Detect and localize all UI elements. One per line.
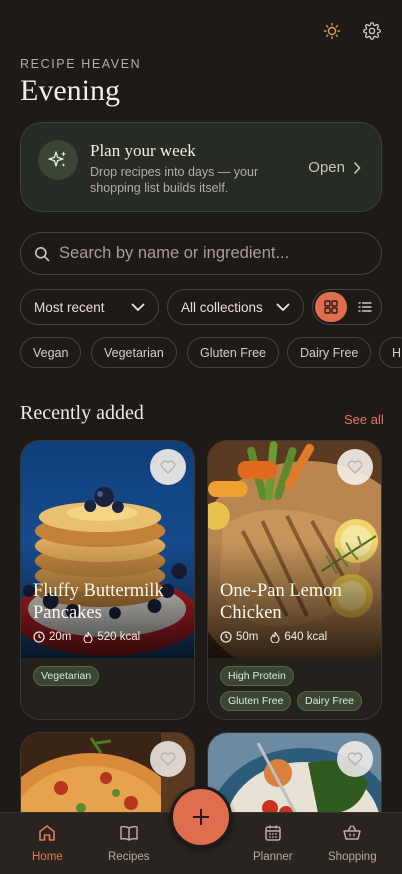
recipe-card[interactable]: Fluffy Buttermilk Pancakes 20m 520 kcal … bbox=[20, 440, 195, 720]
sparkles-icon bbox=[38, 140, 78, 180]
heart-icon bbox=[160, 460, 176, 474]
chip-more[interactable]: H bbox=[379, 337, 402, 368]
add-recipe-button[interactable] bbox=[170, 786, 232, 848]
chip-vegan[interactable]: Vegan bbox=[20, 337, 82, 368]
view-toggle bbox=[312, 289, 382, 325]
plus-icon bbox=[193, 809, 209, 825]
recipe-calories: 640 kcal bbox=[284, 631, 328, 643]
plan-open-label: Open bbox=[308, 159, 345, 176]
page-title: Evening bbox=[20, 74, 120, 107]
nav-home[interactable]: Home bbox=[32, 823, 63, 863]
flame-icon bbox=[270, 631, 280, 643]
recipe-meta: 50m 640 kcal bbox=[220, 631, 327, 643]
nav-shopping[interactable]: Shopping bbox=[328, 823, 377, 863]
nav-home-label: Home bbox=[32, 851, 63, 863]
recipe-time: 50m bbox=[236, 631, 259, 643]
book-icon bbox=[120, 825, 138, 841]
recipe-calories: 520 kcal bbox=[97, 631, 141, 643]
nav-planner[interactable]: Planner bbox=[253, 823, 293, 863]
favorite-button[interactable] bbox=[150, 741, 186, 777]
home-icon bbox=[39, 825, 56, 841]
calendar-icon bbox=[265, 825, 281, 841]
heart-icon bbox=[347, 752, 363, 766]
recipe-meta: 20m 520 kcal bbox=[33, 631, 140, 643]
favorite-button[interactable] bbox=[337, 449, 373, 485]
basket-icon bbox=[343, 825, 362, 840]
nav-recipes-label: Recipes bbox=[108, 851, 150, 863]
chip-dairy-free[interactable]: Dairy Free bbox=[287, 337, 372, 368]
nav-shopping-label: Shopping bbox=[328, 851, 377, 863]
collection-select-value: All collections bbox=[181, 299, 263, 315]
heart-icon bbox=[160, 752, 176, 766]
sun-icon[interactable] bbox=[321, 20, 343, 42]
sort-select[interactable]: Most recent bbox=[20, 289, 159, 325]
section-title: Recently added bbox=[20, 402, 144, 424]
chevron-down-icon bbox=[276, 303, 290, 311]
tag-gluten-free: Gluten Free bbox=[220, 691, 292, 711]
recipe-title: One-Pan Lemon Chicken bbox=[220, 581, 342, 623]
list-view-button[interactable] bbox=[350, 292, 380, 322]
search-icon bbox=[35, 246, 50, 261]
chevron-down-icon bbox=[131, 303, 145, 311]
plan-title: Plan your week bbox=[90, 141, 196, 160]
see-all-link[interactable]: See all bbox=[344, 412, 384, 427]
favorite-button[interactable] bbox=[150, 449, 186, 485]
chip-vegetarian[interactable]: Vegetarian bbox=[91, 337, 177, 368]
chevron-right-icon bbox=[354, 161, 361, 174]
plan-open-button[interactable]: Open bbox=[308, 159, 361, 176]
heart-icon bbox=[347, 460, 363, 474]
tag-vegetarian: Vegetarian bbox=[33, 666, 100, 686]
recipe-time: 20m bbox=[49, 631, 72, 643]
clock-icon bbox=[33, 631, 45, 643]
nav-planner-label: Planner bbox=[253, 851, 293, 863]
clock-icon bbox=[220, 631, 232, 643]
search-bar[interactable] bbox=[20, 232, 382, 275]
recipe-title: Fluffy Buttermilk Pancakes bbox=[33, 581, 164, 623]
recipe-card[interactable] bbox=[207, 732, 382, 822]
gear-icon[interactable] bbox=[361, 20, 383, 42]
flame-icon bbox=[83, 631, 93, 643]
tag-dairy-free: Dairy Free bbox=[297, 691, 363, 711]
grid-view-button[interactable] bbox=[315, 292, 347, 322]
collection-select[interactable]: All collections bbox=[167, 289, 304, 325]
favorite-button[interactable] bbox=[337, 741, 373, 777]
sort-select-value: Most recent bbox=[34, 299, 105, 315]
recipe-card[interactable] bbox=[20, 732, 195, 822]
chip-gluten-free[interactable]: Gluten Free bbox=[187, 337, 280, 368]
nav-recipes[interactable]: Recipes bbox=[108, 823, 150, 863]
list-icon bbox=[358, 302, 372, 312]
search-input[interactable] bbox=[59, 244, 359, 263]
recipe-card[interactable]: One-Pan Lemon Chicken 50m 640 kcal High … bbox=[207, 440, 382, 720]
tag-high-protein: High Protein bbox=[220, 666, 294, 686]
plan-subtitle: Drop recipes into days — your shopping l… bbox=[90, 165, 259, 195]
plan-week-card[interactable]: Plan your week Drop recipes into days — … bbox=[20, 122, 382, 212]
brand-label: RECIPE HEAVEN bbox=[20, 57, 142, 71]
grid-icon bbox=[324, 300, 338, 314]
